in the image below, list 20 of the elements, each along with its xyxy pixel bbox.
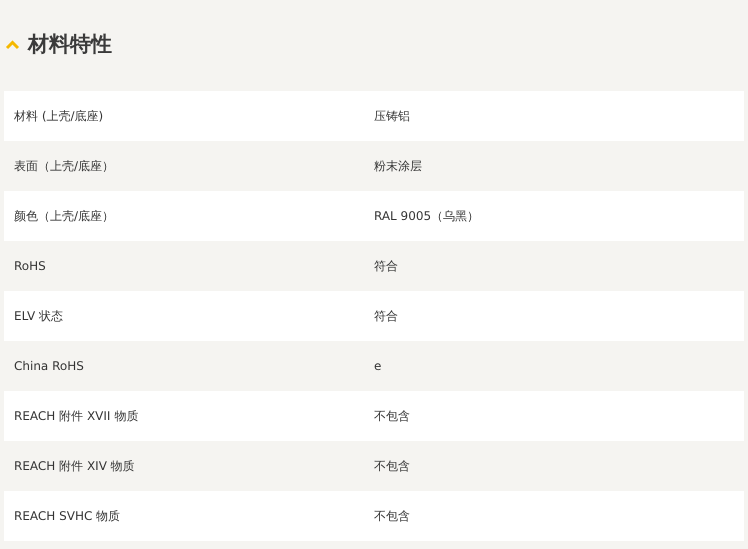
property-label: 材料 (上壳/底座) (13, 108, 104, 125)
property-label: China RoHS (13, 358, 85, 375)
property-value: 不包含 (374, 408, 410, 425)
property-label: REACH SVHC 物质 (13, 508, 122, 525)
property-label: REACH 附件 XIV 物质 (13, 458, 136, 475)
property-label: 表面（上壳/底座） (13, 158, 116, 175)
property-value: 不包含 (374, 458, 410, 475)
property-value: 粉末涂层 (374, 158, 422, 175)
property-label: ELV 状态 (13, 308, 64, 325)
property-label: 颜色（上壳/底座） (13, 208, 116, 225)
property-value: 压铸铝 (374, 108, 410, 125)
chevron-up-icon[interactable] (5, 40, 20, 50)
property-label: REACH 附件 XVII 物质 (13, 408, 140, 425)
property-value: RAL 9005（乌黑） (374, 208, 480, 225)
section-title: 材料特性 (28, 31, 112, 58)
property-value: e (374, 358, 382, 375)
property-label: RoHS (13, 258, 47, 275)
property-value: 不包含 (374, 508, 410, 525)
property-value: 符合 (374, 258, 398, 275)
property-value: 符合 (374, 308, 398, 325)
